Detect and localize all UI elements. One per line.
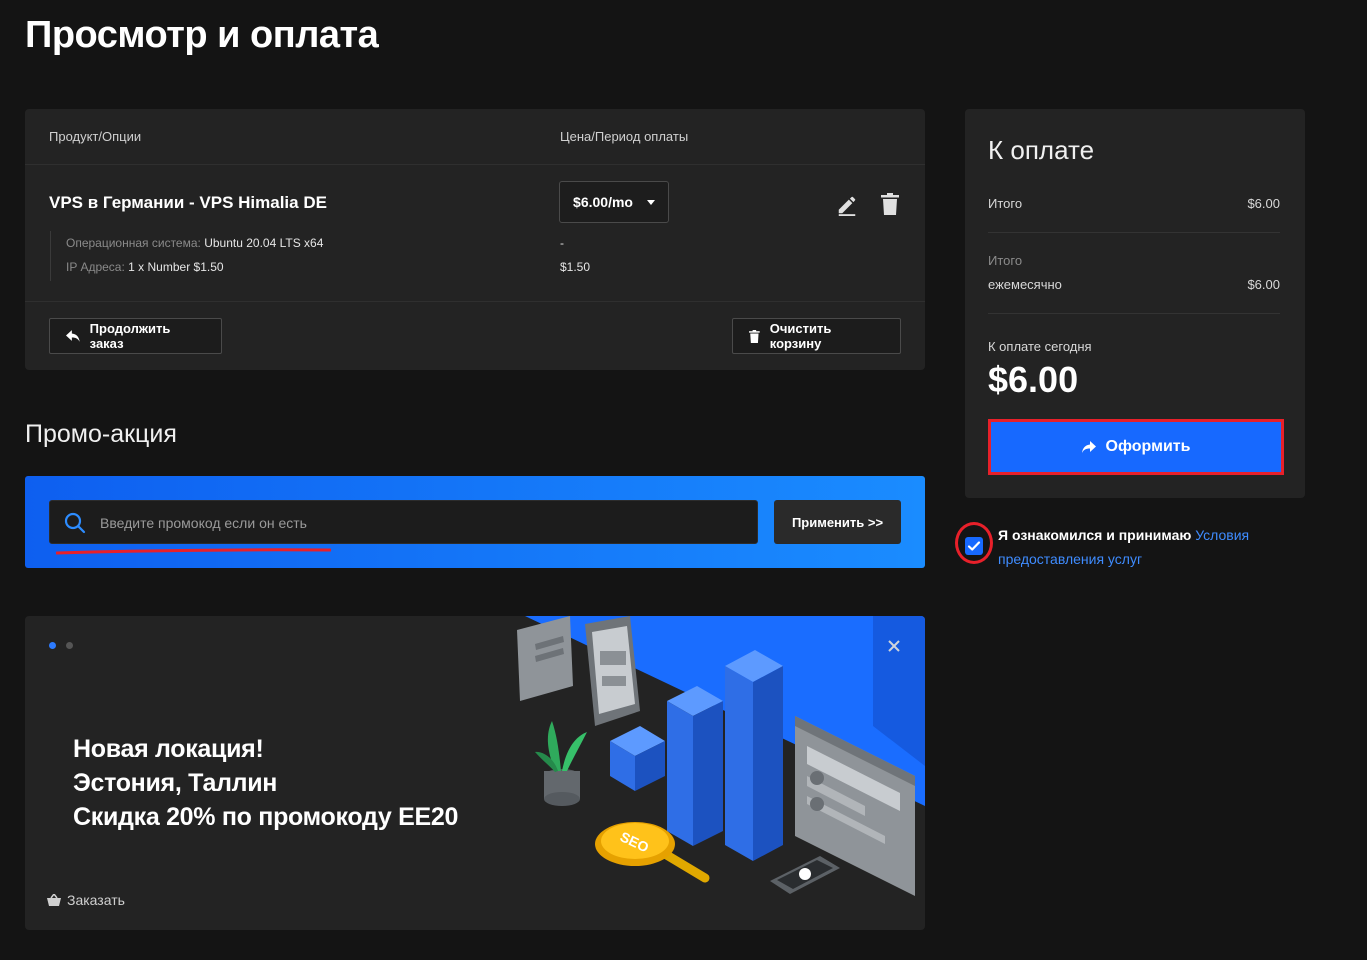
edit-icon[interactable] <box>836 194 858 216</box>
product-options: Операционная система: Ubuntu 20.04 LTS x… <box>50 231 323 281</box>
banner-headline: Новая локация! Эстония, Таллин Скидка 20… <box>73 732 458 834</box>
trash-icon <box>749 329 760 343</box>
subtotal-label: Итого <box>988 196 1023 211</box>
terms-label: Я ознакомился и принимаю <box>998 527 1192 543</box>
reply-arrow-icon <box>66 330 80 342</box>
promo-input-wrapper <box>49 500 758 545</box>
apply-promo-button[interactable]: Применить >> <box>774 500 901 544</box>
page-title: Просмотр и оплата <box>25 14 379 56</box>
option-row: IP Адреса: 1 x Number $1.50 <box>66 255 323 279</box>
trash-icon[interactable] <box>881 193 899 215</box>
product-name: VPS в Германии - VPS Himalia DE <box>49 193 327 212</box>
carousel-dot-active[interactable] <box>49 642 56 649</box>
billing-cycle-select[interactable]: $6.00/mo <box>559 181 669 223</box>
promo-banner: SEO Новая локация! Эстония, Таллин Скидк… <box>25 616 925 930</box>
banner-line-3: Скидка 20% по промокоду EE20 <box>73 803 459 831</box>
recurring-label: ежемесячно <box>988 277 1062 292</box>
checkout-label: Оформить <box>1105 438 1191 455</box>
checkout-button[interactable]: Оформить <box>988 419 1284 475</box>
chevron-down-icon <box>646 199 655 205</box>
empty-cart-label: Очистить корзину <box>769 321 832 351</box>
empty-cart-button[interactable]: Очистить корзину <box>732 318 901 354</box>
billing-cycle-value: $6.00/mo <box>573 194 633 210</box>
share-arrow-icon <box>1081 441 1096 453</box>
promo-code-input[interactable] <box>98 501 742 545</box>
option-value: 1 x Number $1.50 <box>128 260 224 274</box>
summary-title: К оплате <box>988 135 1095 165</box>
banner-line-1: Новая локация! <box>73 735 264 763</box>
basket-icon <box>47 894 61 906</box>
option-prices: - $1.50 <box>560 231 590 279</box>
promo-title: Промо-акция <box>25 420 177 448</box>
due-today-amount: $6.00 <box>988 359 1079 400</box>
option-label: IP Адреса: <box>66 260 125 274</box>
option-label: Операционная система: <box>66 236 201 250</box>
column-header-price: Цена/Период оплаты <box>560 129 689 144</box>
checkmark-icon <box>967 541 981 551</box>
red-underline-annotation <box>56 548 331 555</box>
divider <box>988 232 1280 233</box>
divider <box>988 313 1280 314</box>
banner-line-2: Эстония, Таллин <box>73 769 278 797</box>
option-price: - <box>560 236 564 250</box>
seo-illustration: SEO <box>517 616 925 896</box>
recurring-row: ежемесячно $6.00 <box>988 277 1280 292</box>
accept-terms-checkbox[interactable] <box>965 537 983 555</box>
subtotal-amount: $6.00 <box>1247 196 1280 211</box>
terms-text: Я ознакомился и принимаю Условия предост… <box>998 523 1278 571</box>
cart-card: Продукт/Опции Цена/Период оплаты VPS в Г… <box>25 109 925 370</box>
order-link-label: Заказать <box>67 892 125 908</box>
continue-shopping-label: Продолжить заказ <box>89 321 171 351</box>
search-icon <box>64 512 86 534</box>
option-price: $1.50 <box>560 260 591 274</box>
recurring-label-top: Итого <box>988 253 1023 268</box>
close-icon[interactable] <box>885 637 903 655</box>
order-summary: К оплате Итого $6.00 Итого ежемесячно $6… <box>965 109 1305 498</box>
option-row: Операционная система: Ubuntu 20.04 LTS x… <box>66 231 323 255</box>
option-value: Ubuntu 20.04 LTS x64 <box>204 236 324 250</box>
due-today-label: К оплате сегодня <box>988 339 1092 354</box>
recurring-amount: $6.00 <box>1247 277 1280 292</box>
carousel-dot[interactable] <box>66 642 73 649</box>
column-header-product: Продукт/Опции <box>49 129 142 144</box>
subtotal-row: Итого $6.00 <box>988 196 1280 211</box>
continue-shopping-button[interactable]: Продолжить заказ <box>49 318 222 354</box>
carousel-dots <box>49 642 73 649</box>
divider <box>25 301 925 302</box>
cart-header: Продукт/Опции Цена/Период оплаты <box>25 109 925 165</box>
order-link[interactable]: Заказать <box>47 892 125 908</box>
